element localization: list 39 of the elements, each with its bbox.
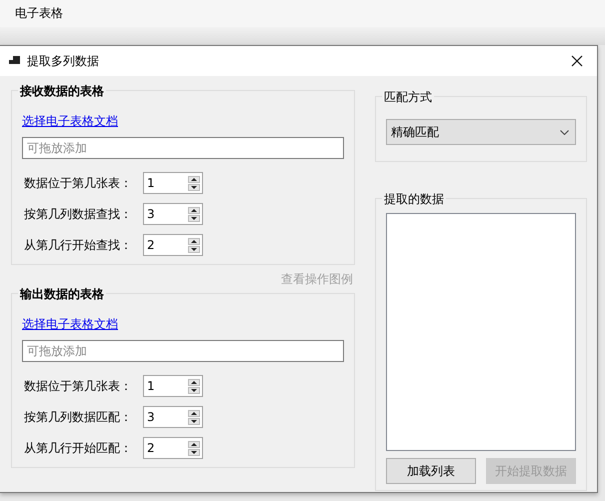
number-spinner[interactable]: 3 [143, 406, 203, 428]
number-spinner[interactable]: 1 [143, 172, 203, 194]
close-icon[interactable] [571, 55, 583, 67]
drop-field[interactable]: 可拖放添加 [22, 137, 344, 159]
down-arrow-icon[interactable] [188, 418, 200, 424]
number-spinner[interactable]: 2 [143, 437, 203, 459]
down-arrow-icon[interactable] [188, 448, 200, 456]
down-arrow-icon[interactable] [188, 214, 200, 222]
up-arrow-icon[interactable] [188, 440, 200, 448]
chevron-down-icon [560, 130, 569, 134]
number-spinner[interactable]: 1 [143, 375, 203, 397]
dialog-title: 提取多列数据 [27, 52, 100, 70]
number-spinner[interactable]: 3 [143, 203, 203, 225]
up-arrow-icon[interactable] [188, 410, 200, 416]
file-link[interactable]: 选择电子表格文档 [22, 316, 118, 333]
spinner-label: 数据位于第几张表： [24, 174, 133, 192]
match-dropdown[interactable]: 精确匹配 [386, 119, 576, 145]
up-arrow-icon[interactable] [188, 378, 200, 386]
down-arrow-icon[interactable] [188, 246, 200, 252]
up-arrow-icon[interactable] [188, 206, 200, 214]
action-button[interactable]: 加载列表 [386, 458, 476, 484]
app-title: 电子表格 [15, 5, 63, 22]
up-arrow-icon[interactable] [188, 238, 200, 244]
number-spinner[interactable]: 2 [143, 234, 203, 256]
group-title: 输出数据的表格 [18, 286, 106, 303]
up-arrow-icon[interactable] [188, 176, 200, 182]
spinner-label: 从第几行开始匹配： [24, 440, 133, 456]
file-link[interactable]: 选择电子表格文档 [22, 113, 118, 130]
spinner-label: 从第几行开始查找： [24, 236, 133, 254]
spinner-label: 按第几列数据匹配： [24, 408, 133, 426]
down-arrow-icon[interactable] [188, 386, 200, 394]
drop-field[interactable]: 可拖放添加 [22, 340, 344, 362]
down-arrow-icon[interactable] [188, 184, 200, 190]
app-icon [9, 56, 20, 66]
spinner-label: 按第几列数据查找： [24, 206, 133, 222]
spinner-label: 数据位于第几张表： [24, 378, 133, 394]
group-title: 匹配方式 [382, 89, 434, 106]
group-title: 提取的数据 [382, 191, 446, 208]
group-title: 接收数据的表格 [18, 83, 106, 100]
